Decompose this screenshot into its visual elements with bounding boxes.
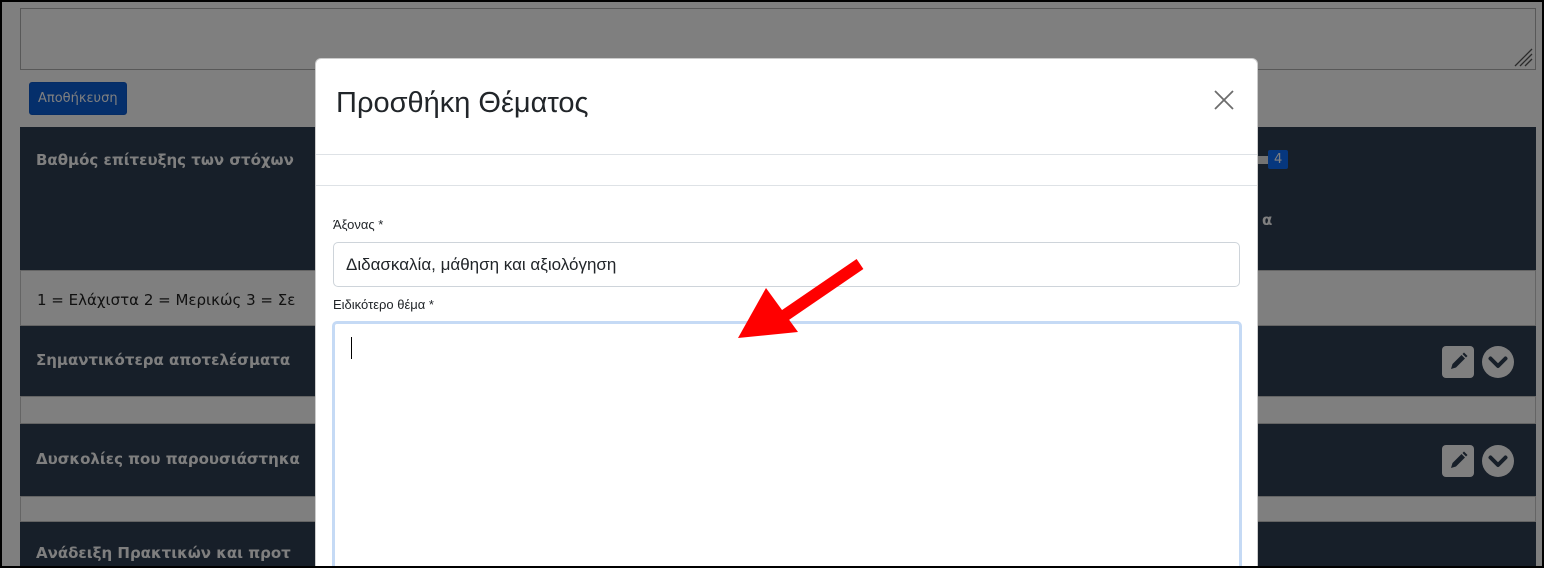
close-icon[interactable]	[1213, 89, 1235, 111]
add-topic-modal: Προσθήκη Θέματος Άξονας * Διδασκαλία, μά…	[315, 58, 1258, 566]
axis-label: Άξονας *	[333, 217, 384, 232]
topic-label: Ειδικότερο θέμα *	[333, 297, 434, 312]
modal-section-divider	[316, 185, 1257, 186]
modal-title: Προσθήκη Θέματος	[336, 87, 589, 119]
modal-header-divider	[316, 154, 1257, 155]
screenshot-frame: Αποθήκευση Βαθμός επίτευξης των στόχων 4…	[0, 0, 1544, 568]
text-caret	[351, 337, 352, 359]
axis-select[interactable]: Διδασκαλία, μάθηση και αξιολόγηση	[333, 242, 1240, 287]
topic-textarea[interactable]	[332, 321, 1242, 566]
